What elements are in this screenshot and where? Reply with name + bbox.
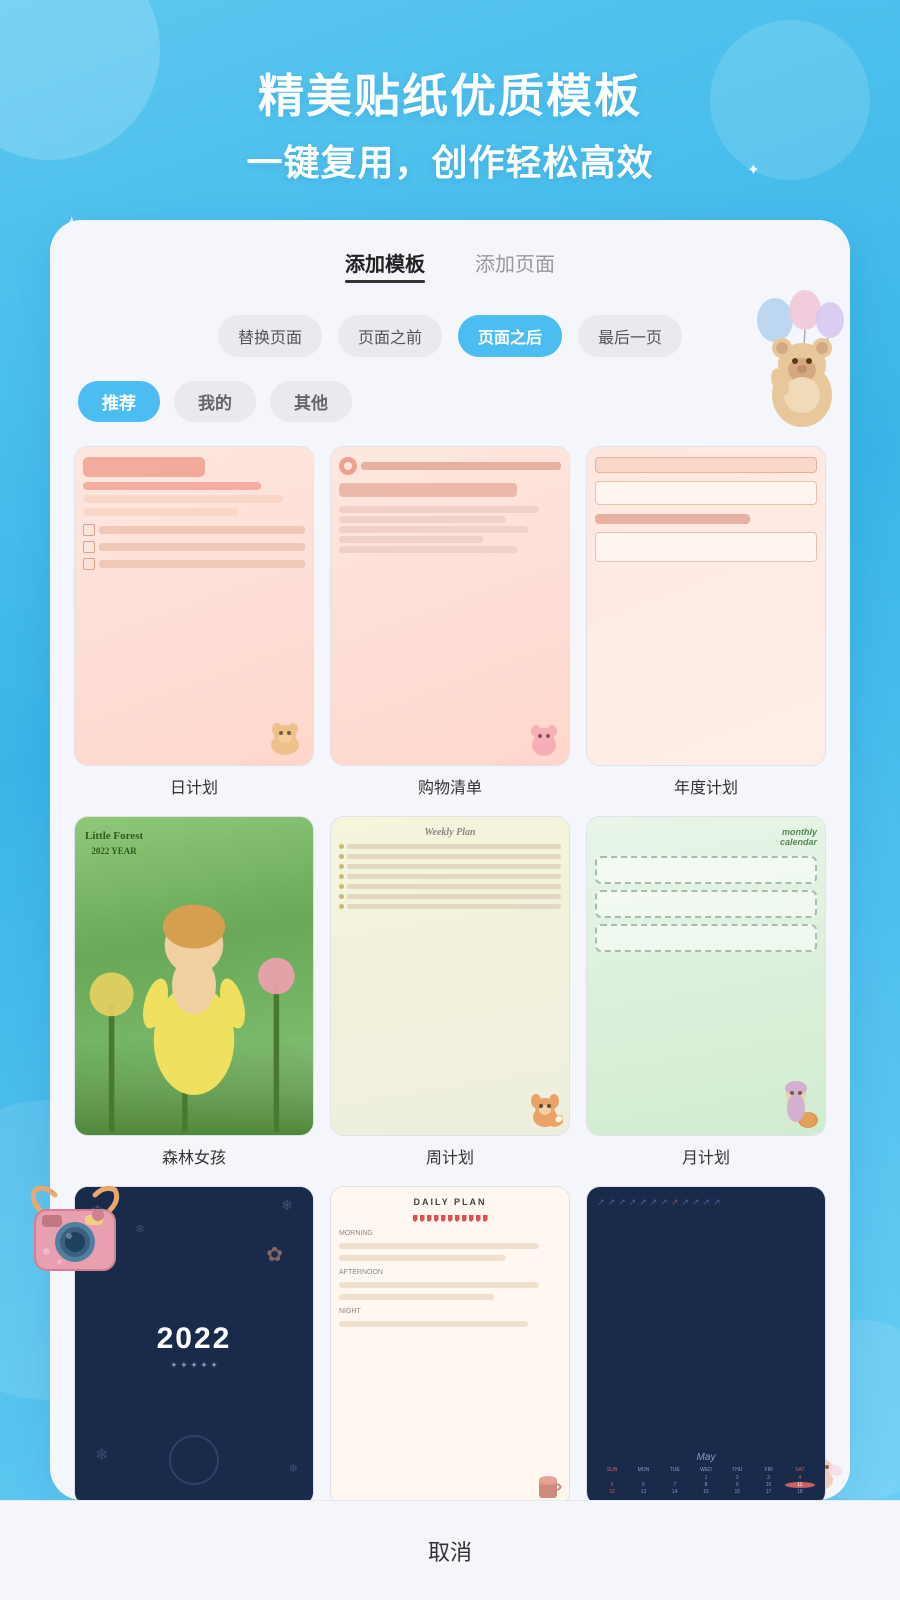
template-thumb-monthly: monthlycalendar (586, 816, 826, 1136)
hero-title-2: 一键复用，创作轻松高效 (0, 134, 900, 186)
svg-text:❄: ❄ (56, 1258, 63, 1267)
modal-card: 添加模板 添加页面 替换页面 页面之前 页面之后 最后一页 推荐 我的 其他 (50, 220, 850, 1500)
template-thumb-may: ↗ ↗ ↗ ↗ ↗ ↗ ↗ ↗ ↗ ↗ ↗ ↗ May (586, 1186, 826, 1500)
position-row: 替换页面 页面之前 页面之后 最后一页 (50, 303, 850, 371)
tab-add-template[interactable]: 添加模板 (345, 248, 425, 287)
template-thumb-forest: Little Forest2022 YEAR (74, 816, 314, 1136)
template-item-weekly[interactable]: Weekly Plan (330, 816, 570, 1168)
template-item-daily-plan[interactable]: DAILY PLAN MORNING (330, 1186, 570, 1500)
template-grid: 日计划 (50, 436, 850, 1500)
template-item-daily[interactable]: 日计划 (74, 446, 314, 798)
bear-balloon-decoration (740, 290, 860, 430)
pos-btn-replace[interactable]: 替换页面 (218, 315, 322, 357)
template-thumb-daily (74, 446, 314, 766)
pos-btn-after[interactable]: 页面之后 (458, 315, 562, 357)
category-row: 推荐 我的 其他 (50, 371, 850, 436)
template-item-monthly[interactable]: monthlycalendar (586, 816, 826, 1168)
template-item-yearly[interactable]: 年度计划 (586, 446, 826, 798)
template-item-forest[interactable]: Little Forest2022 YEAR 森林女孩 (74, 816, 314, 1168)
hero-title-1: 精美贴纸优质模板 (0, 60, 900, 126)
template-item-shopping[interactable]: 购物清单 (330, 446, 570, 798)
cat-pill-recommended[interactable]: 推荐 (78, 381, 160, 422)
template-label-monthly: 月计划 (682, 1144, 730, 1168)
hero-section: 精美贴纸优质模板 一键复用，创作轻松高效 (0, 0, 900, 186)
cancel-bar: 取消 (0, 1500, 900, 1600)
tab-add-page[interactable]: 添加页面 (475, 248, 555, 287)
template-item-may[interactable]: ↗ ↗ ↗ ↗ ↗ ↗ ↗ ↗ ↗ ↗ ↗ ↗ May (586, 1186, 826, 1500)
modal-tabs: 添加模板 添加页面 (50, 220, 850, 303)
template-thumb-shopping (330, 446, 570, 766)
template-thumb-weekly: Weekly Plan (330, 816, 570, 1136)
pos-btn-before[interactable]: 页面之前 (338, 315, 442, 357)
template-label-weekly: 周计划 (426, 1144, 474, 1168)
cancel-button[interactable]: 取消 (428, 1535, 472, 1567)
cat-pill-other[interactable]: 其他 (270, 381, 352, 422)
template-thumb-yearly (586, 446, 826, 766)
template-label-forest: 森林女孩 (162, 1144, 226, 1168)
template-label-shopping: 购物清单 (418, 774, 482, 798)
svg-text:❄: ❄ (42, 1247, 50, 1258)
pos-btn-last[interactable]: 最后一页 (578, 315, 682, 357)
template-label-daily: 日计划 (170, 774, 218, 798)
cat-pill-mine[interactable]: 我的 (174, 381, 256, 422)
template-label-yearly: 年度计划 (674, 774, 738, 798)
camera-decoration: ❄ ❄ (20, 1180, 130, 1290)
template-thumb-daily-plan: DAILY PLAN MORNING (330, 1186, 570, 1500)
